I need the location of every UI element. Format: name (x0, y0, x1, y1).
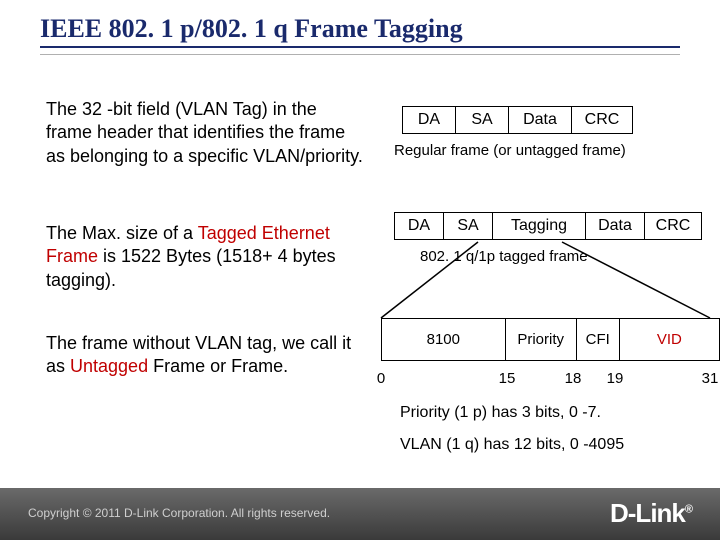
p2-a: The Max. size of a (46, 223, 198, 243)
paragraph-untagged: The frame without VLAN tag, we call it a… (46, 332, 366, 379)
cell-data: Data (509, 107, 572, 134)
bitnum-19: 19 (607, 370, 624, 387)
cell-crc: CRC (572, 107, 633, 134)
bitnum-31: 31 (702, 370, 719, 387)
brand-logo: D-Link® (610, 498, 692, 529)
untagged-frame-table: DA SA Data CRC (402, 106, 633, 134)
tcell-da: DA (395, 213, 444, 240)
bitnum-0: 0 (377, 370, 385, 387)
registered-icon: ® (685, 503, 692, 515)
brand-name: D-Link (610, 498, 685, 528)
tcell-data: Data (586, 213, 645, 240)
bits-8100: 8100 (382, 319, 506, 361)
bits-cfi: CFI (576, 319, 619, 361)
note-priority: Priority (1 p) has 3 bits, 0 -7. (400, 404, 601, 422)
bits-vid: VID (619, 319, 719, 361)
page-title: IEEE 802. 1 p/802. 1 q Frame Tagging (40, 14, 680, 44)
p3-red: Untagged (70, 356, 148, 376)
bitfield-table: 8100 Priority CFI VID (381, 318, 720, 361)
paragraph-intro: The 32 -bit field (VLAN Tag) in the fram… (46, 98, 366, 168)
footer-bar: Copyright © 2011 D-Link Corporation. All… (0, 488, 720, 540)
bitnum-18: 18 (565, 370, 582, 387)
note-vlan: VLAN (1 q) has 12 bits, 0 -4095 (400, 436, 624, 454)
cell-da: DA (403, 107, 456, 134)
tagged-frame-table: DA SA Tagging Data CRC (394, 212, 702, 240)
untagged-caption: Regular frame (or untagged frame) (394, 142, 626, 159)
bits-priority: Priority (505, 319, 576, 361)
paragraph-size: The Max. size of a Tagged Ethernet Frame… (46, 222, 366, 292)
tcell-crc: CRC (645, 213, 702, 240)
tcell-tag: Tagging (493, 213, 586, 240)
p3-b: Frame or Frame. (148, 356, 288, 376)
tcell-sa: SA (444, 213, 493, 240)
tagged-caption: 802. 1 q/1p tagged frame (420, 248, 588, 265)
copyright-text: Copyright © 2011 D-Link Corporation. All… (28, 506, 330, 520)
cell-sa: SA (456, 107, 509, 134)
title-underline (40, 46, 680, 55)
bitnum-15: 15 (499, 370, 516, 387)
